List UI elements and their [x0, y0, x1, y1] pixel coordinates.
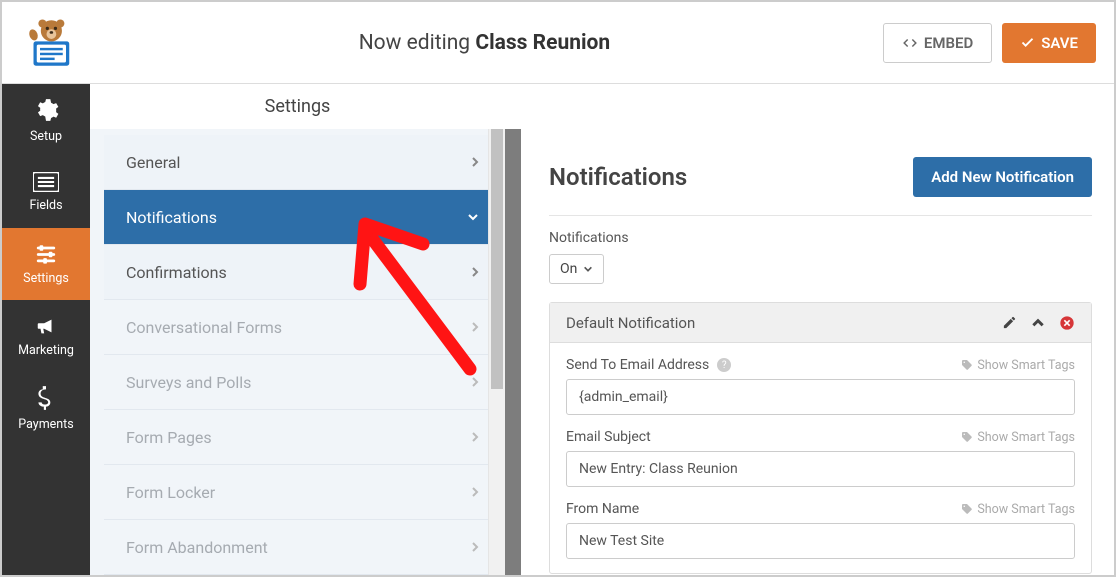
editing-prefix: Now editing: [359, 31, 470, 55]
settings-item-surveys[interactable]: Surveys and Polls: [104, 355, 499, 410]
settings-item-label: Confirmations: [126, 263, 227, 282]
logo: [20, 17, 86, 69]
app-logo-icon: [27, 17, 79, 69]
collapse-icon[interactable]: [1031, 318, 1045, 328]
save-button[interactable]: SAVE: [1002, 23, 1096, 63]
smart-tags-label: Show Smart Tags: [977, 358, 1075, 373]
subject-label: Email Subject: [566, 429, 651, 445]
editing-form-name: Class Reunion: [475, 31, 610, 55]
smart-tags-label: Show Smart Tags: [977, 502, 1075, 517]
chevron-right-icon: [471, 431, 479, 443]
settings-header-right: [505, 84, 1114, 129]
settings-item-notifications[interactable]: Notifications: [104, 190, 499, 245]
smart-tags-label: Show Smart Tags: [977, 430, 1075, 445]
settings-header-left: Settings: [90, 84, 505, 129]
tag-icon: [961, 359, 973, 371]
settings-item-label: Notifications: [126, 208, 217, 227]
editing-header: Now editing Class Reunion: [86, 31, 883, 55]
help-icon[interactable]: ?: [717, 358, 731, 372]
field-from-name: From Name Show Smart Tags: [566, 501, 1075, 559]
chevron-right-icon: [471, 486, 479, 498]
from-name-label: From Name: [566, 501, 639, 517]
settings-item-confirmations[interactable]: Confirmations: [104, 245, 499, 300]
tag-icon: [961, 431, 973, 443]
send-to-label: Send To Email Address: [566, 357, 709, 373]
notifications-toggle[interactable]: On: [549, 254, 604, 284]
settings-item-form-locker[interactable]: Form Locker: [104, 465, 499, 520]
save-label: SAVE: [1041, 34, 1078, 52]
notification-card-header: Default Notification: [550, 303, 1091, 343]
embed-label: EMBED: [924, 34, 973, 52]
chevron-down-icon: [583, 265, 593, 273]
code-icon: [902, 36, 918, 50]
rail-item-fields[interactable]: Fields: [2, 156, 90, 228]
settings-item-form-abandonment[interactable]: Form Abandonment: [104, 520, 499, 575]
settings-item-label: General: [126, 153, 180, 172]
chevron-right-icon: [471, 266, 479, 278]
rail-item-payments[interactable]: Payments: [2, 372, 90, 444]
delete-icon[interactable]: [1059, 315, 1075, 331]
rail-item-setup[interactable]: Setup: [2, 84, 90, 156]
chevron-right-icon: [471, 541, 479, 553]
dollar-icon: [36, 385, 56, 411]
field-subject: Email Subject Show Smart Tags: [566, 429, 1075, 487]
scrollbar[interactable]: [488, 129, 505, 575]
settings-item-label: Conversational Forms: [126, 318, 282, 337]
tag-icon: [961, 503, 973, 515]
add-notification-button[interactable]: Add New Notification: [913, 157, 1092, 197]
settings-list-column: Settings General Notifications Confirmat…: [90, 84, 505, 575]
chevron-right-icon: [471, 156, 479, 168]
rail-item-settings[interactable]: Settings: [2, 228, 90, 300]
bullhorn-icon: [33, 315, 59, 337]
edit-icon[interactable]: [1002, 315, 1017, 330]
list-icon: [33, 172, 59, 192]
left-rail: Setup Fields Settings Marketing Payments: [2, 84, 90, 575]
settings-item-conversational[interactable]: Conversational Forms: [104, 300, 499, 355]
notifications-toggle-label: Notifications: [549, 230, 1092, 246]
check-icon: [1020, 35, 1035, 50]
settings-item-label: Form Abandonment: [126, 538, 268, 557]
top-bar: Now editing Class Reunion EMBED SAVE: [2, 2, 1114, 84]
settings-item-form-pages[interactable]: Form Pages: [104, 410, 499, 465]
embed-button[interactable]: EMBED: [883, 23, 992, 63]
rail-label: Marketing: [18, 343, 74, 358]
chevron-right-icon: [471, 376, 479, 388]
settings-item-label: Form Pages: [126, 428, 212, 447]
field-send-to: Send To Email Address ? Show Smart Tags: [566, 357, 1075, 415]
notification-card-title: Default Notification: [566, 314, 695, 332]
notifications-toggle-value: On: [560, 261, 577, 277]
sliders-icon: [33, 243, 59, 265]
smart-tags-toggle[interactable]: Show Smart Tags: [961, 358, 1075, 373]
smart-tags-toggle[interactable]: Show Smart Tags: [961, 430, 1075, 445]
settings-item-label: Form Locker: [126, 483, 215, 502]
right-column: Notifications Add New Notification Notif…: [505, 84, 1114, 575]
rail-label: Fields: [29, 198, 62, 213]
notification-card: Default Notification Send To Email Addre…: [549, 302, 1092, 574]
settings-item-general[interactable]: General: [104, 135, 499, 190]
smart-tags-toggle[interactable]: Show Smart Tags: [961, 502, 1075, 517]
settings-list: General Notifications Confirmations Conv…: [90, 129, 505, 575]
gear-icon: [33, 97, 59, 123]
settings-item-label: Surveys and Polls: [126, 373, 251, 392]
chevron-down-icon: [467, 213, 479, 221]
subject-input[interactable]: [566, 451, 1075, 487]
send-to-input[interactable]: [566, 379, 1075, 415]
from-name-input[interactable]: [566, 523, 1075, 559]
rail-label: Setup: [30, 129, 62, 144]
rail-label: Settings: [23, 271, 69, 286]
notifications-panel: Notifications Add New Notification Notif…: [505, 129, 1114, 575]
rail-item-marketing[interactable]: Marketing: [2, 300, 90, 372]
scrollbar-thumb[interactable]: [491, 129, 503, 389]
rail-label: Payments: [18, 417, 73, 432]
chevron-right-icon: [471, 321, 479, 333]
panel-title: Notifications: [549, 163, 687, 191]
